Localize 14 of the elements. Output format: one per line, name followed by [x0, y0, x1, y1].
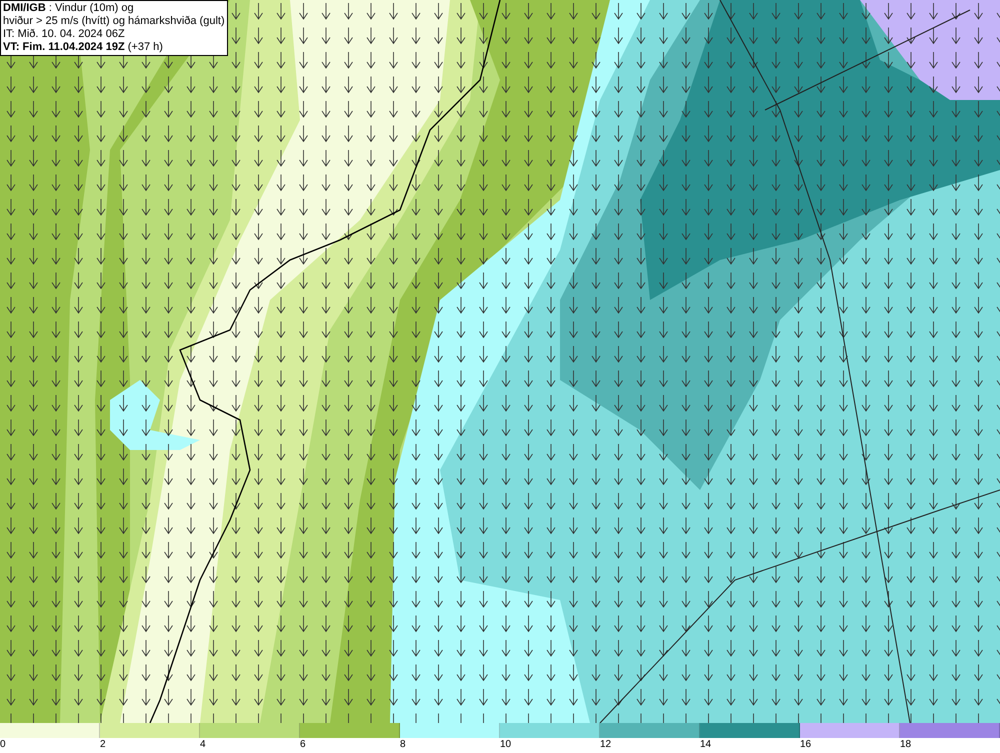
info-line: hviður > 25 m/s (hvítt) og hámarkshviða (gult): [3, 15, 225, 28]
map-title: DMI/IGB : Vindur (10m) og: [3, 2, 135, 15]
legend-label: 2: [100, 738, 106, 752]
legend-label: 14: [700, 738, 712, 752]
legend-label: 10: [500, 738, 512, 752]
legend-label: 6: [300, 738, 306, 752]
legend-label: 8: [400, 738, 406, 752]
legend-label: 16: [800, 738, 812, 752]
legend-label: 18: [900, 738, 912, 752]
info-line: VT: Fim. 11.04.2024 19Z (+37 h): [3, 41, 164, 54]
legend-label: 12: [600, 738, 612, 752]
legend-label: 0: [0, 738, 6, 752]
info-line: IT: Mið. 10. 04. 2024 06Z: [3, 28, 126, 41]
legend-label: 4: [200, 738, 206, 752]
